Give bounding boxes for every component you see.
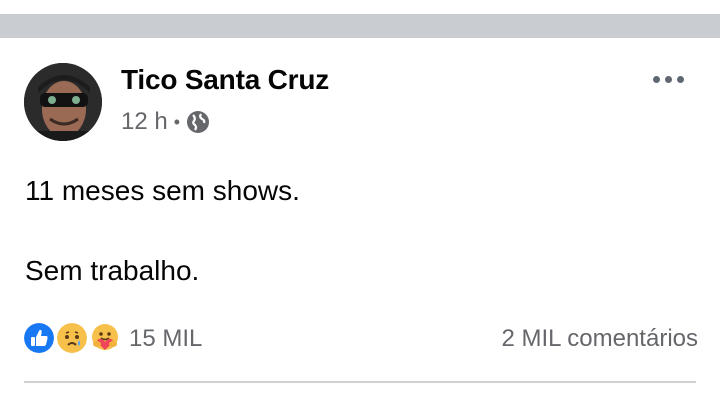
post-time[interactable]: 12 h xyxy=(121,108,168,136)
feed-divider xyxy=(0,14,720,38)
sad-reaction-icon xyxy=(55,321,89,355)
like-reaction-icon xyxy=(22,321,56,355)
globe-icon xyxy=(186,110,210,134)
comments-count[interactable]: 2 MIL comentários xyxy=(501,325,698,353)
divider xyxy=(24,381,696,383)
avatar[interactable] xyxy=(24,63,102,141)
reaction-icons[interactable] xyxy=(22,321,126,355)
more-options-icon[interactable] xyxy=(644,64,692,94)
post-meta: 12 h • xyxy=(121,108,210,136)
meta-separator: • xyxy=(173,111,181,132)
post-card: Tico Santa Cruz 12 h • 11 meses sem show… xyxy=(0,38,720,405)
post-text-line: 11 meses sem shows. xyxy=(25,175,300,206)
author-name[interactable]: Tico Santa Cruz xyxy=(121,64,329,96)
reactions-bar: 15 MIL 2 MIL comentários xyxy=(22,318,698,356)
avatar-image xyxy=(24,63,102,141)
post-text-line: Sem trabalho. xyxy=(25,255,200,286)
reaction-count[interactable]: 15 MIL xyxy=(129,325,202,353)
post-text: 11 meses sem shows. Sem trabalho. xyxy=(25,174,300,288)
top-bar xyxy=(0,0,720,14)
care-reaction-icon xyxy=(88,321,122,355)
